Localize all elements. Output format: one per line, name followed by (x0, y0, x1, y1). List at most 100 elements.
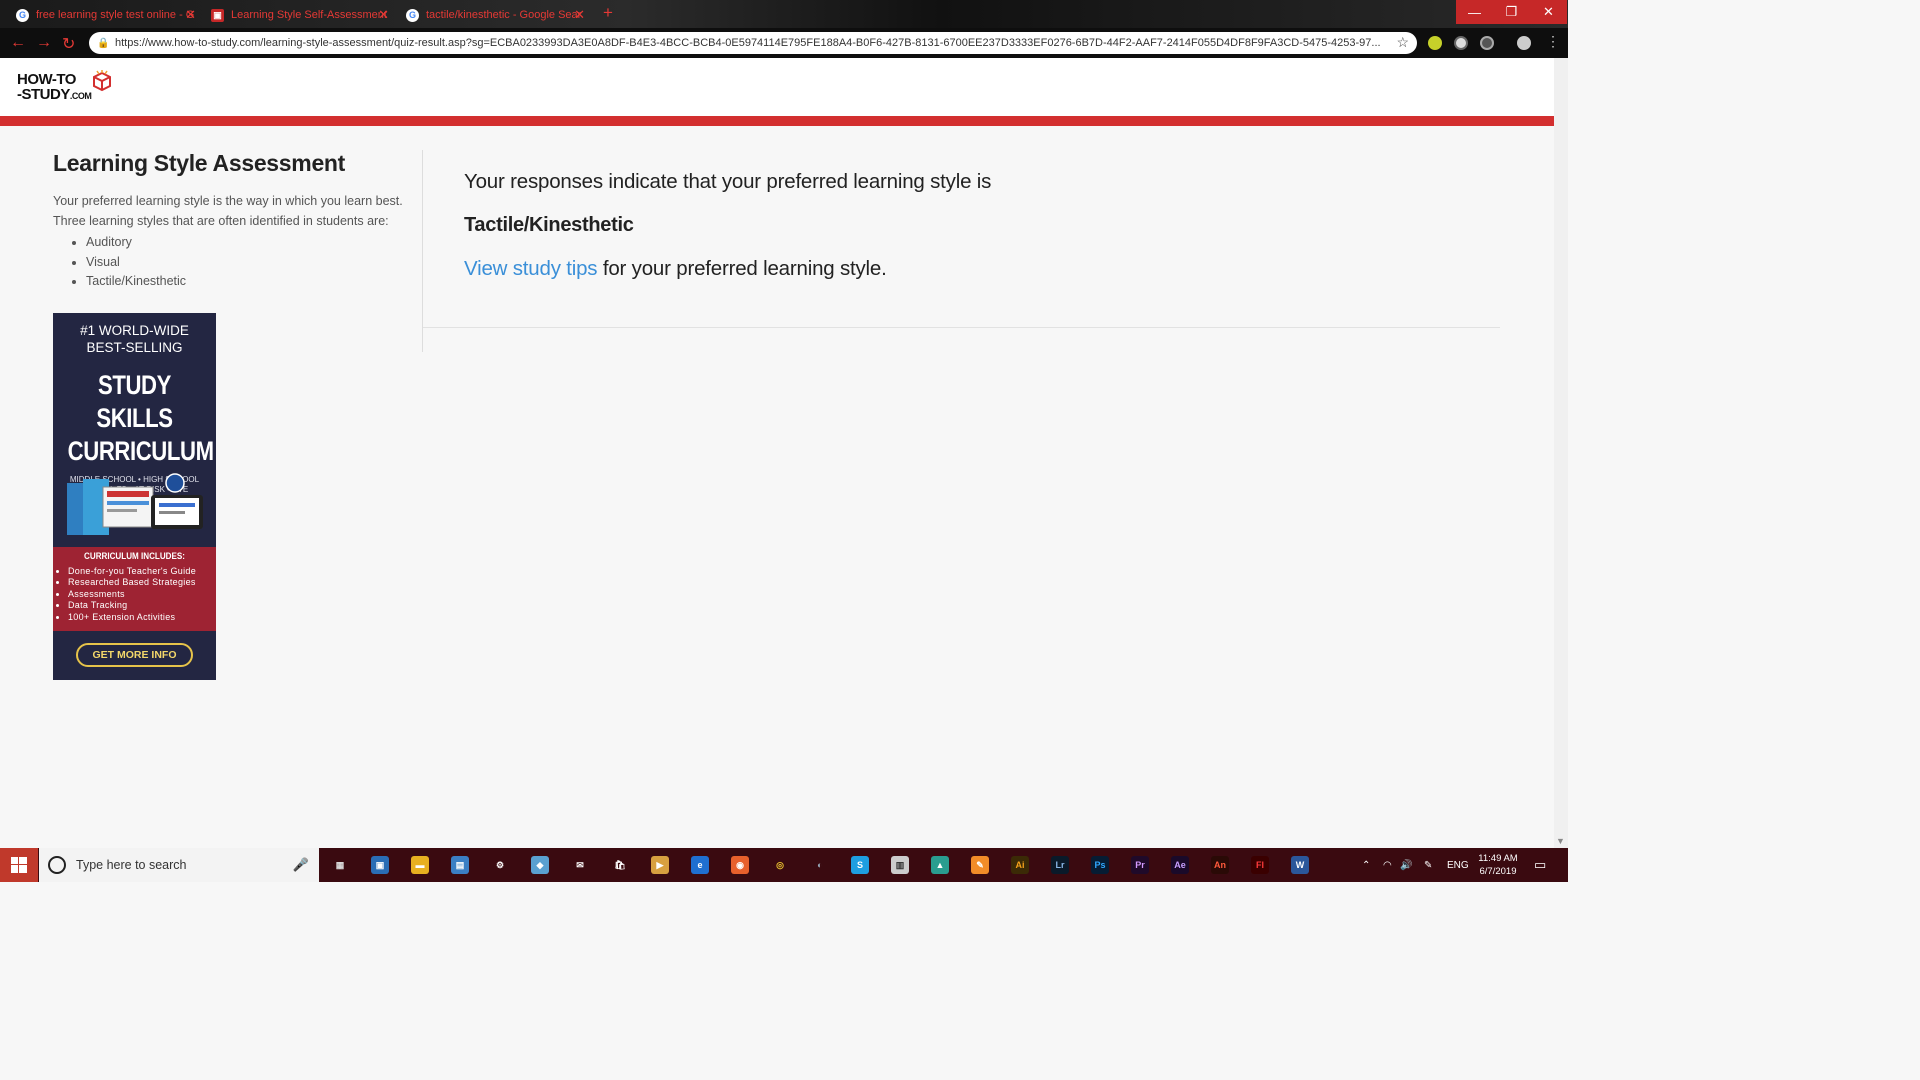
extension-icon[interactable] (1428, 36, 1442, 50)
after-effects-icon[interactable]: Ae (1171, 856, 1189, 874)
sidebar: Learning Style Assessment Your preferred… (53, 150, 403, 292)
start-button[interactable] (0, 848, 38, 882)
clock-date: 6/7/2019 (1479, 866, 1517, 877)
store-icon[interactable]: 🛍 (611, 856, 629, 874)
content-divider (423, 327, 1500, 328)
windows-taskbar: Type here to search 🎤 ▦ ▣ ▬ ▤ ⚙ ◆ ✉ 🛍 ▶ e ◉ ◎ ◐ S ▥ ▲ ✎ A… (0, 848, 1568, 882)
curriculum-books-image (67, 473, 203, 535)
show-hidden-icons[interactable]: ⌃ (1362, 848, 1370, 882)
header-accent-bar (0, 116, 1554, 126)
bookmark-star-icon[interactable]: ☆ (1396, 34, 1409, 51)
how-to-study-icon: ▣ (211, 8, 224, 22)
word-icon[interactable]: W (1291, 856, 1309, 874)
tab-tactile-kinesthetic-search[interactable]: G tactile/kinesthetic - Google Sear ✕ (406, 4, 585, 26)
browser-toolbar: ← → ↻ 🔒 https://www.how-to-study.com/lea… (0, 28, 1568, 58)
menu-icon[interactable]: ⋮ (1546, 33, 1560, 50)
minimize-button[interactable]: — (1456, 0, 1493, 24)
remote-desktop-icon[interactable]: ▣ (371, 856, 389, 874)
view-study-tips-link[interactable]: View study tips (464, 257, 598, 280)
list-item: Auditory (86, 233, 403, 253)
list-item: Researched Based Strategies (68, 577, 216, 588)
media-player-icon[interactable]: ▶ (651, 856, 669, 874)
close-window-button[interactable]: ✕ (1530, 0, 1567, 24)
ad-includes-panel: CURRICULUM INCLUDES: Done-for-you Teache… (53, 547, 216, 631)
study-tips-line: View study tips for your preferred learn… (464, 257, 991, 281)
reload-icon[interactable]: ↻ (62, 34, 75, 54)
microphone-icon[interactable]: 🎤 (293, 857, 309, 873)
list-item: Data Tracking (68, 600, 216, 611)
site-header: HOW-TO -STUDY.COM (0, 58, 1554, 116)
mail-icon[interactable]: ✉ (571, 856, 589, 874)
illustrator-icon[interactable]: Ai (1011, 856, 1029, 874)
clock-time: 11:49 AM (1478, 853, 1518, 864)
ad-headline-1: STUDY SKILLS (96, 370, 173, 433)
file-explorer-icon[interactable]: ▬ (411, 856, 429, 874)
list-item: Tactile/Kinesthetic (86, 272, 403, 292)
list-item: Done-for-you Teacher's Guide (68, 566, 216, 577)
result-learning-style: Tactile/Kinesthetic (464, 214, 634, 236)
settings-icon[interactable]: ⚙ (491, 856, 509, 874)
close-tab-icon[interactable]: ✕ (185, 7, 196, 23)
new-tab-button[interactable]: + (603, 3, 613, 23)
column-divider (422, 150, 423, 352)
profile-avatar-icon[interactable] (1517, 36, 1531, 50)
get-more-info-button[interactable]: GET MORE INFO (76, 643, 193, 667)
tab-learning-style-test[interactable]: G free learning style test online - G ✕ (16, 4, 196, 26)
page-title: Learning Style Assessment (53, 150, 346, 176)
network-icon[interactable]: ◠ (1383, 848, 1392, 882)
ad-line-1: #1 WORLD-WIDE (80, 323, 189, 338)
logo-suffix: .COM (69, 91, 92, 101)
maps-icon[interactable]: ▲ (931, 856, 949, 874)
firefox-icon[interactable]: ◉ (731, 856, 749, 874)
logo-line-1: HOW-TO (17, 71, 76, 88)
list-item: Visual (86, 253, 403, 273)
browser-tab-bar: G free learning style test online - G ✕ … (0, 0, 1568, 28)
extension-icon[interactable] (1454, 36, 1468, 50)
tab-title: tactile/kinesthetic - Google Sear (426, 9, 582, 21)
control-panel-icon[interactable]: ▤ (451, 856, 469, 874)
list-item: Assessments (68, 589, 216, 600)
quiz-result: Your responses indicate that your prefer… (464, 170, 991, 281)
google-icon: G (16, 8, 29, 22)
ad-headline-2: CURRICULUM (67, 436, 214, 466)
animate-icon[interactable]: An (1211, 856, 1229, 874)
ad-line-2: BEST-SELLING (86, 340, 183, 355)
tab-learning-style-self-assessment[interactable]: ▣ Learning Style Self-Assessment ✕ (211, 4, 389, 26)
page-scrollbar[interactable]: ▼ (1554, 58, 1568, 848)
cortana-icon[interactable]: ◐ (811, 856, 829, 874)
edge-icon[interactable]: e (691, 856, 709, 874)
tab-title: Learning Style Self-Assessment (231, 9, 387, 21)
volume-icon[interactable]: 🔊 (1400, 848, 1412, 882)
cortana-circle-icon (48, 856, 66, 874)
taskbar-clock[interactable]: 11:49 AM 6/7/2019 (1466, 852, 1530, 878)
scroll-down-icon[interactable]: ▼ (1556, 836, 1565, 846)
taskbar-search-input[interactable]: Type here to search 🎤 (39, 848, 319, 882)
sidebar-intro: Your preferred learning style is the way… (53, 194, 403, 228)
chrome-icon[interactable]: ◎ (771, 856, 789, 874)
site-logo[interactable]: HOW-TO -STUDY.COM (17, 71, 92, 104)
notifications-icon[interactable]: ▭ (1534, 848, 1546, 882)
logo-line-2: -STUDY (17, 86, 70, 103)
study-skills-ad[interactable]: #1 WORLD-WIDE BEST-SELLING STUDY SKILLS … (53, 313, 216, 680)
pen-icon[interactable]: ✎ (1424, 848, 1432, 882)
premiere-icon[interactable]: Pr (1131, 856, 1149, 874)
notepad-icon[interactable]: ▥ (891, 856, 909, 874)
learning-styles-list: Auditory Visual Tactile/Kinesthetic (53, 233, 403, 292)
photoshop-icon[interactable]: Ps (1091, 856, 1109, 874)
address-bar[interactable]: 🔒 https://www.how-to-study.com/learning-… (89, 32, 1417, 54)
forward-icon[interactable]: → (36, 34, 52, 52)
extension-icon[interactable] (1480, 36, 1494, 50)
back-icon[interactable]: ← (10, 34, 26, 52)
close-tab-icon[interactable]: ✕ (378, 7, 389, 23)
skype-icon[interactable]: S (851, 856, 869, 874)
search-placeholder: Type here to search (76, 858, 187, 872)
flash-icon[interactable]: Fl (1251, 856, 1269, 874)
edge-legacy-icon[interactable]: ◆ (531, 856, 549, 874)
lightroom-icon[interactable]: Lr (1051, 856, 1069, 874)
study-tips-suffix: for your preferred learning style. (597, 257, 887, 280)
task-view-icon[interactable]: ▦ (331, 856, 349, 874)
restore-button[interactable]: ❐ (1493, 0, 1530, 24)
close-tab-icon[interactable]: ✕ (574, 7, 585, 23)
paint-icon[interactable]: ✎ (971, 856, 989, 874)
logo-cube-icon (93, 70, 111, 92)
